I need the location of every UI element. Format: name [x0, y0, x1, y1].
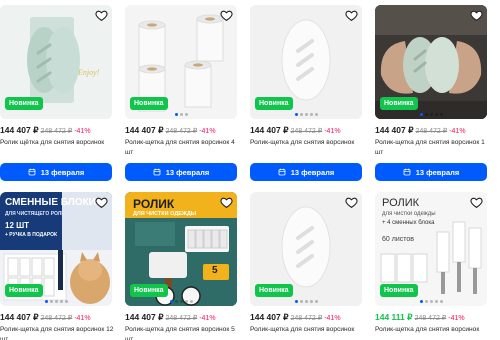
image-headline: РОЛИК [382, 197, 420, 209]
product-title[interactable]: Ролик-щетка для снятия ворсинок [375, 325, 493, 335]
image-pagination [125, 300, 237, 303]
price-row: 144 407 ₽248 472 ₽ -41% [125, 125, 216, 136]
product-image[interactable]: Новинка [250, 192, 362, 306]
heart-icon[interactable] [345, 9, 358, 22]
delivery-button[interactable]: 13 февраля [0, 163, 112, 181]
product-title[interactable]: Ролик-щетка для снятия ворсинок 1 шт [375, 138, 493, 157]
delivery-date: 13 февраля [165, 167, 210, 177]
product-title[interactable]: Ролик-щетка для снятия ворсинок [250, 325, 368, 335]
discount: -41% [324, 315, 341, 322]
old-price: 248 472 ₽ [414, 315, 447, 322]
price: 144 407 ₽ [375, 125, 414, 135]
old-price: 248 472 ₽ [290, 315, 323, 322]
calendar-icon [403, 168, 411, 176]
old-price: 248 472 ₽ [415, 128, 448, 135]
new-badge: Новинка [130, 97, 168, 110]
image-subtitle: для чистки одежды [382, 211, 436, 217]
price: 144 407 ₽ [250, 125, 289, 135]
price-row: 144 407 ₽248 472 ₽ -41% [375, 125, 466, 136]
image-subtitle: ДЛЯ ЧИСТЯЩЕГО РОЛИКА [5, 211, 72, 217]
old-price: 248 472 ₽ [165, 128, 198, 135]
discount: -41% [74, 128, 91, 135]
product-image[interactable]: РОЛИК ДЛЯ ЧИСТКИ ОДЕЖДЫ 5 60 Новинка [125, 192, 237, 306]
product-image[interactable]: Новинка [125, 5, 237, 119]
product-image[interactable]: Enjoy! Новинка [0, 5, 112, 119]
new-badge: Новинка [130, 284, 168, 297]
old-price: 248 472 ₽ [40, 315, 73, 322]
price: 144 111 ₽ [375, 312, 413, 322]
delivery-date: 13 февраля [290, 167, 335, 177]
old-price: 248 472 ₽ [165, 315, 198, 322]
delivery-date: 13 февраля [415, 167, 460, 177]
discount: -41% [199, 315, 216, 322]
price-row: 144 407 ₽248 472 ₽ -41% [125, 312, 216, 323]
product-image[interactable]: Новинка [375, 5, 487, 119]
discount: -41% [448, 315, 465, 322]
image-pagination [125, 113, 237, 116]
heart-icon[interactable] [470, 9, 483, 22]
price: 144 407 ₽ [0, 125, 39, 135]
price-row: 144 407 ₽248 472 ₽ -41% [0, 312, 91, 323]
image-pagination [0, 300, 112, 303]
calendar-icon [28, 168, 36, 176]
discount: -41% [199, 128, 216, 135]
old-price: 248 472 ₽ [40, 128, 73, 135]
delivery-date: 13 февраля [40, 167, 85, 177]
new-badge: Новинка [380, 97, 418, 110]
old-price: 248 472 ₽ [290, 128, 323, 135]
price: 144 407 ₽ [0, 312, 39, 322]
new-badge: Новинка [380, 284, 418, 297]
delivery-button[interactable]: 13 февраля [375, 163, 487, 181]
product-image[interactable]: СМЕННЫЕ БЛОКИ ДЛЯ ЧИСТЯЩЕГО РОЛИКА 12 ШТ… [0, 192, 112, 306]
heart-icon[interactable] [95, 9, 108, 22]
image-headline: СМЕННЫЕ БЛОКИ [5, 197, 96, 208]
price-row: 144 407 ₽248 472 ₽ -41% [250, 125, 341, 136]
new-badge: Новинка [5, 97, 43, 110]
product-title[interactable]: Ролик щётка для снятия ворсинок [0, 138, 118, 148]
image-pagination [375, 300, 487, 303]
product-image[interactable]: РОЛИК для чистки одежды + 4 сменных блок… [375, 192, 487, 306]
delivery-button[interactable]: 13 февраля [250, 163, 362, 181]
new-badge: Новинка [255, 97, 293, 110]
discount: -41% [324, 128, 341, 135]
product-image[interactable]: Новинка [250, 5, 362, 119]
heart-icon[interactable] [95, 196, 108, 209]
price-row: 144 111 ₽248 472 ₽ -41% [375, 312, 465, 323]
price: 144 407 ₽ [125, 312, 164, 322]
calendar-icon [278, 168, 286, 176]
image-pagination [375, 113, 487, 116]
image-gift: + 4 сменных блока [382, 220, 435, 226]
product-title[interactable]: Ролик-щетка для снятия ворсинок 12 шт [0, 325, 118, 340]
image-gift: + РУЧКА В ПОДАРОК [5, 232, 58, 238]
product-title[interactable]: Ролик-щетка для снятия ворсинок [250, 138, 368, 148]
image-count: 5 [212, 265, 218, 276]
price: 144 407 ₽ [125, 125, 164, 135]
delivery-button[interactable]: 13 февраля [125, 163, 237, 181]
discount: -41% [74, 315, 91, 322]
heart-icon[interactable] [470, 196, 483, 209]
image-headline: РОЛИК [133, 197, 175, 211]
heart-icon[interactable] [220, 196, 233, 209]
new-badge: Новинка [5, 284, 43, 297]
price: 144 407 ₽ [250, 312, 289, 322]
product-title[interactable]: Ролик-щетка для снятия ворсинок 5 шт [125, 325, 243, 340]
svg-text:Enjoy!: Enjoy! [77, 68, 100, 77]
new-badge: Новинка [255, 284, 293, 297]
price-row: 144 407 ₽248 472 ₽ -41% [250, 312, 341, 323]
product-title[interactable]: Ролик-щетка для снятия ворсинок 4 шт [125, 138, 243, 157]
image-pagination [250, 300, 362, 303]
image-pagination [250, 113, 362, 116]
image-count: 12 ШТ [5, 221, 30, 230]
heart-icon[interactable] [345, 196, 358, 209]
discount: -41% [449, 128, 466, 135]
calendar-icon [153, 168, 161, 176]
heart-icon[interactable] [220, 9, 233, 22]
image-sheets: 60 листов [382, 236, 414, 243]
image-subtitle: ДЛЯ ЧИСТКИ ОДЕЖДЫ [133, 211, 197, 217]
price-row: 144 407 ₽248 472 ₽ -41% [0, 125, 91, 136]
